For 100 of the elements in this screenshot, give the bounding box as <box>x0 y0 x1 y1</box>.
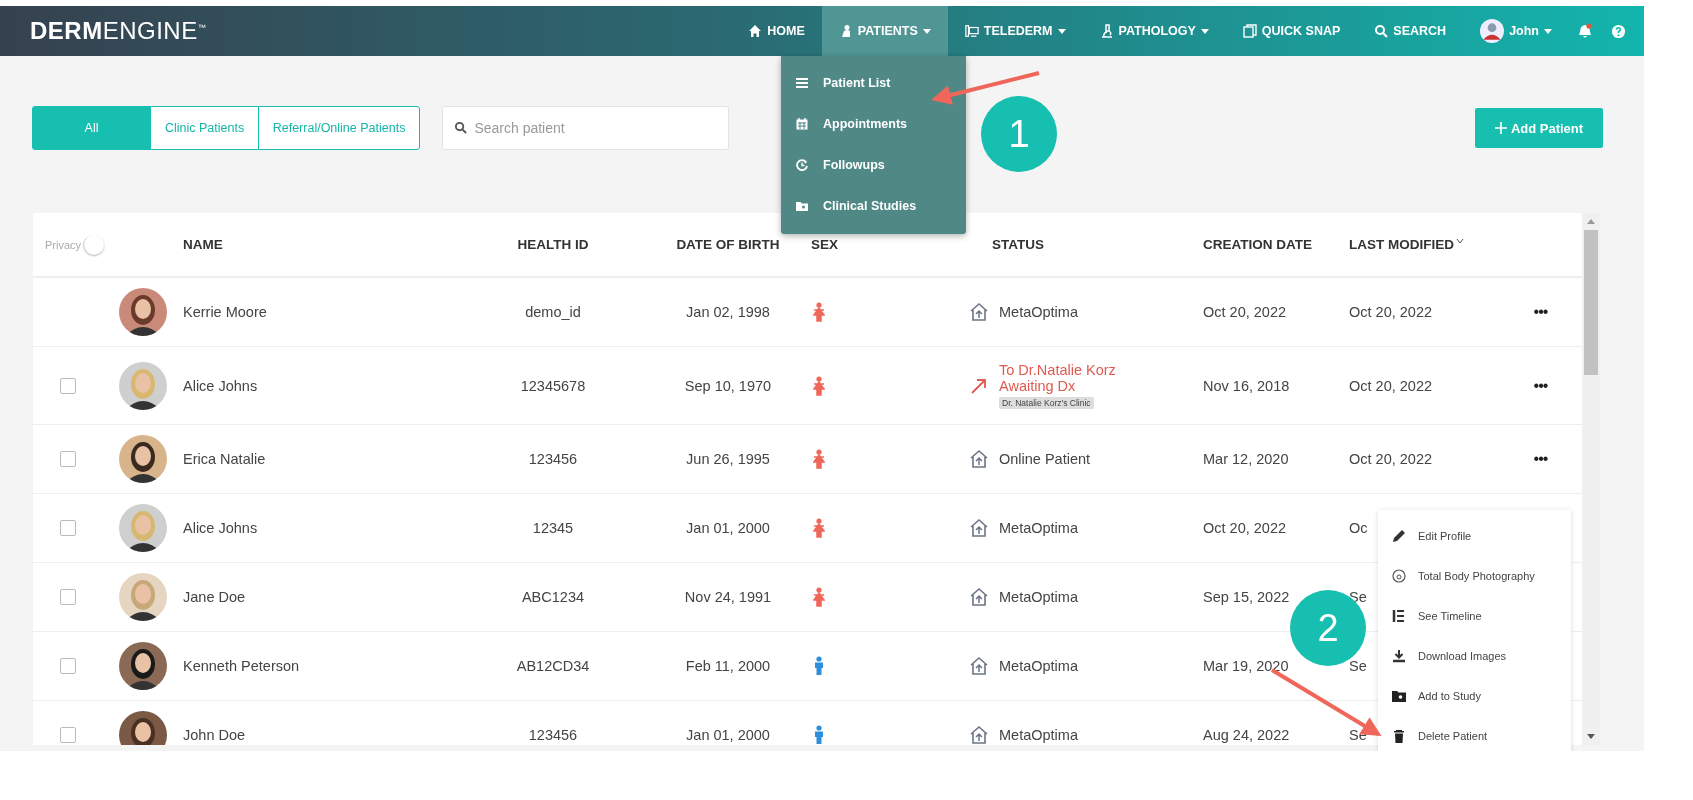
health-id: 12345678 <box>520 377 586 394</box>
creation-date: Oct 20, 2022 <box>1203 520 1287 536</box>
search-icon <box>1374 24 1389 38</box>
row-checkbox[interactable] <box>60 377 76 394</box>
history-icon <box>796 158 808 171</box>
creation-date: Nov 16, 2018 <box>1203 377 1290 394</box>
logo[interactable]: DERMENGINE$^{™}$ <box>30 17 207 45</box>
bell-icon[interactable] <box>1577 23 1593 39</box>
health-id: 123456 <box>528 727 578 743</box>
calendar-icon <box>796 117 808 130</box>
home-icon <box>748 24 763 38</box>
status-text: To Dr.Natalie Korz <box>999 362 1116 378</box>
column-header[interactable]: HEALTH ID <box>517 237 589 252</box>
last-modified-date: Oc <box>1349 520 1368 536</box>
column-header[interactable]: NAME <box>183 237 223 252</box>
column-header[interactable]: LAST MODIFIED <box>1349 237 1454 252</box>
date-of-birth: Sep 10, 1970 <box>684 377 772 394</box>
step-badge: 1 <box>981 96 1057 172</box>
column-header[interactable]: CREATION DATE <box>1203 237 1312 252</box>
status-text: Awaiting Dx <box>999 378 1076 394</box>
menu-item[interactable]: Total Body Photography <box>1378 556 1571 596</box>
date-of-birth: Jan 02, 1998 <box>686 304 770 320</box>
patient-name[interactable]: Alice Johns <box>183 377 258 394</box>
more-button[interactable]: ••• <box>1531 303 1550 321</box>
nav-item[interactable]: TELEDERM <box>947 6 1083 56</box>
status-text: MetaOptima <box>999 304 1078 320</box>
row-checkbox[interactable] <box>60 520 76 536</box>
health-id: 123456 <box>528 451 578 467</box>
date-of-birth: Jan 01, 2000 <box>686 520 770 536</box>
folder-icon <box>1392 689 1406 703</box>
privacy-toggle[interactable] <box>83 235 103 254</box>
status-text: MetaOptima <box>999 589 1078 605</box>
row-checkbox[interactable] <box>60 589 76 605</box>
row-checkbox[interactable] <box>60 658 76 674</box>
creation-date: Mar 12, 2020 <box>1203 451 1289 467</box>
menu-item[interactable]: Appointments <box>781 103 966 144</box>
row-checkbox[interactable] <box>60 451 76 467</box>
patient-name[interactable]: Kerrie Moore <box>183 304 267 320</box>
timeline-icon <box>1392 609 1406 623</box>
last-modified-date: Oct 20, 2022 <box>1349 304 1433 320</box>
last-modified-date: Oct 20, 2022 <box>1349 451 1433 467</box>
nav-item[interactable]: HOME <box>731 6 822 56</box>
status-text: MetaOptima <box>999 727 1078 743</box>
clinic-tag: Dr. Natalie Korz's Clinic <box>999 397 1094 409</box>
row-checkbox[interactable] <box>60 727 76 743</box>
scrollbar-thumb[interactable] <box>1584 230 1598 375</box>
search-icon <box>454 121 468 134</box>
scrollbar[interactable] <box>1582 213 1600 745</box>
patient-name[interactable]: Alice Johns <box>183 520 258 536</box>
date-of-birth: Nov 24, 1991 <box>684 589 772 605</box>
patient-name[interactable]: Kenneth Peterson <box>183 658 300 674</box>
photos-icon <box>1242 24 1257 38</box>
pencil-icon <box>1392 529 1406 543</box>
nav-item[interactable]: QUICK SNAP <box>1225 6 1358 56</box>
help-icon[interactable] <box>1611 23 1626 39</box>
patient-name[interactable]: John Doe <box>183 727 246 743</box>
menu-item[interactable]: See Timeline <box>1378 596 1571 636</box>
menu-item[interactable]: Delete Patient <box>1378 716 1571 751</box>
column-header[interactable]: STATUS <box>992 237 1044 252</box>
creation-date: Oct 20, 2022 <box>1203 304 1287 320</box>
download-icon <box>1392 649 1406 663</box>
privacy-label: Privacy <box>45 238 82 251</box>
microscope-icon <box>1099 24 1114 38</box>
folder-icon <box>796 199 808 212</box>
creation-date: Mar 19, 2020 <box>1203 658 1289 674</box>
health-id: demo_id <box>525 304 581 320</box>
scroll-down-icon[interactable] <box>1587 734 1595 739</box>
health-id: ABC1234 <box>521 589 585 605</box>
status-text: Online Patient <box>999 451 1091 467</box>
scroll-up-icon[interactable] <box>1587 219 1595 224</box>
patient-name[interactable]: Jane Doe <box>183 589 246 605</box>
circle-icon <box>1392 569 1406 583</box>
menu-item[interactable]: Patient List <box>781 62 966 103</box>
more-button[interactable]: ••• <box>1531 450 1550 468</box>
creation-date: Sep 15, 2022 <box>1203 589 1290 605</box>
status-text: MetaOptima <box>999 520 1078 536</box>
caret-icon <box>1544 28 1552 34</box>
list-icon <box>796 76 808 89</box>
menu-item[interactable]: Followups <box>781 144 966 185</box>
health-id: AB12CD34 <box>516 658 590 674</box>
health-id: 12345 <box>532 520 574 536</box>
menu-item[interactable]: Clinical Studies <box>781 185 966 226</box>
nav-item[interactable]: PATHOLOGY <box>1082 6 1226 56</box>
search-field[interactable]: Search patient <box>442 106 730 150</box>
monitor-icon <box>964 24 979 38</box>
trash-icon <box>1392 729 1406 743</box>
column-header[interactable]: DATE OF BIRTH <box>676 237 780 252</box>
column-header[interactable]: SEX <box>811 237 838 252</box>
sort-icon[interactable] <box>1456 237 1464 244</box>
plus-icon <box>1494 122 1507 134</box>
menu-item[interactable]: Download Images <box>1378 636 1571 676</box>
status-text: MetaOptima <box>999 658 1078 674</box>
more-button[interactable]: ••• <box>1531 376 1550 395</box>
creation-date: Aug 24, 2022 <box>1203 727 1290 743</box>
last-modified-date: Oct 20, 2022 <box>1349 377 1433 394</box>
menu-item[interactable]: Add to Study <box>1378 676 1571 716</box>
date-of-birth: Jun 26, 1995 <box>686 451 770 467</box>
patient-name[interactable]: Erica Natalie <box>183 451 266 467</box>
date-of-birth: Jan 01, 2000 <box>686 727 770 743</box>
menu-item[interactable]: Edit Profile <box>1378 516 1571 556</box>
